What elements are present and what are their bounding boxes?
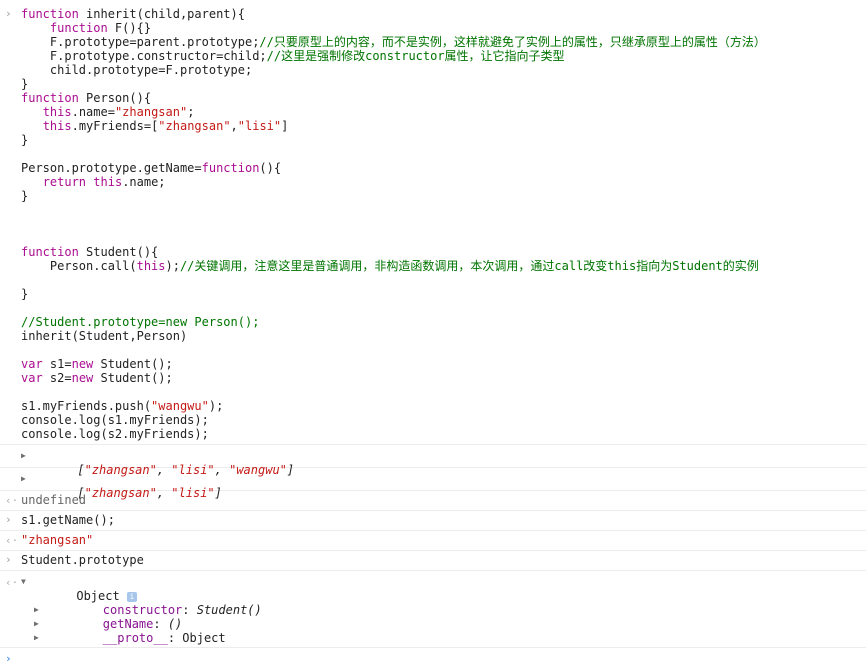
- code-line: //Student.prototype=new Person();: [21, 315, 260, 329]
- code-line: function inherit(child,parent){: [21, 7, 245, 21]
- code-line: this.myFriends=["zhangsan","lisi"]: [42, 119, 289, 133]
- console-result-entry: ‹· undefined: [0, 491, 866, 511]
- code-line: }: [21, 77, 29, 91]
- result-value: undefined: [21, 493, 87, 507]
- code-line: return this.name;: [42, 175, 166, 189]
- code-line: inherit(Student,Person): [21, 329, 188, 343]
- code-line: F.prototype=parent.prototype;//只要原型上的内容，…: [21, 35, 766, 49]
- object-property[interactable]: ▶ __proto__: Object: [0, 617, 866, 645]
- code-line: Person.prototype.getName=function(){: [21, 161, 282, 175]
- code-line: function Student(){: [21, 245, 159, 259]
- code-line: Person.call(this);//关键调用，注意这里是普通调用，非构造函数…: [21, 259, 759, 273]
- code-line: var s2=new Student();: [21, 371, 173, 385]
- code-line: }: [21, 133, 29, 147]
- code-line: }: [21, 287, 29, 301]
- object-property[interactable]: ▶ constructor: Student(): [0, 589, 866, 617]
- object-label[interactable]: Object i: [0, 575, 866, 603]
- array-output: ["zhangsan", "lisi", "wangwu"]: [77, 463, 295, 477]
- object-property[interactable]: ▶ getName: (): [0, 603, 866, 631]
- code-line: console.log(s2.myFriends);: [21, 427, 209, 441]
- code-line: this.name="zhangsan";: [42, 105, 195, 119]
- code-line: F.prototype.constructor=child;//这里是强制修改c…: [21, 49, 565, 63]
- code-line: var s1=new Student();: [21, 357, 173, 371]
- console-result-entry: ‹· "zhangsan": [0, 531, 866, 551]
- console-result-entry[interactable]: ‹· ▼ Object i ▶ constructor: Student() ▶ g…: [0, 571, 866, 648]
- input-text: Student.prototype: [21, 553, 144, 567]
- code-block: function inherit(child,parent){ function…: [0, 7, 866, 441]
- console-input[interactable]: [0, 652, 866, 666]
- array-output: ["zhangsan", "lisi"]: [77, 486, 222, 500]
- console-input-entry[interactable]: › s1.getName();: [0, 511, 866, 531]
- code-line: s1.myFriends.push("wangwu");: [21, 399, 224, 413]
- code-line: }: [21, 189, 29, 203]
- code-line: function Person(){: [21, 91, 152, 105]
- console-prompt-line[interactable]: ›: [0, 648, 866, 668]
- input-text: s1.getName();: [21, 513, 115, 527]
- expand-triangle-icon[interactable]: ▶: [34, 631, 39, 645]
- code-line: console.log(s1.myFriends);: [21, 413, 209, 427]
- console-input-entry[interactable]: › Student.prototype: [0, 551, 866, 571]
- console-input-entry[interactable]: › function inherit(child,parent){ functi…: [0, 0, 866, 445]
- result-value: "zhangsan": [21, 533, 94, 547]
- console-log-entry[interactable]: ▶ ["zhangsan", "lisi", "wangwu"]: [0, 445, 866, 477]
- object-properties: ▶ constructor: Student() ▶ getName: () ▶ __…: [0, 589, 866, 645]
- code-line: function F(){}: [49, 21, 152, 35]
- console-panel[interactable]: › function inherit(child,parent){ functi…: [0, 0, 866, 665]
- console-log-entry[interactable]: ▶ ["zhangsan", "lisi"]: [0, 468, 866, 500]
- code-line: child.prototype=F.prototype;: [21, 63, 253, 77]
